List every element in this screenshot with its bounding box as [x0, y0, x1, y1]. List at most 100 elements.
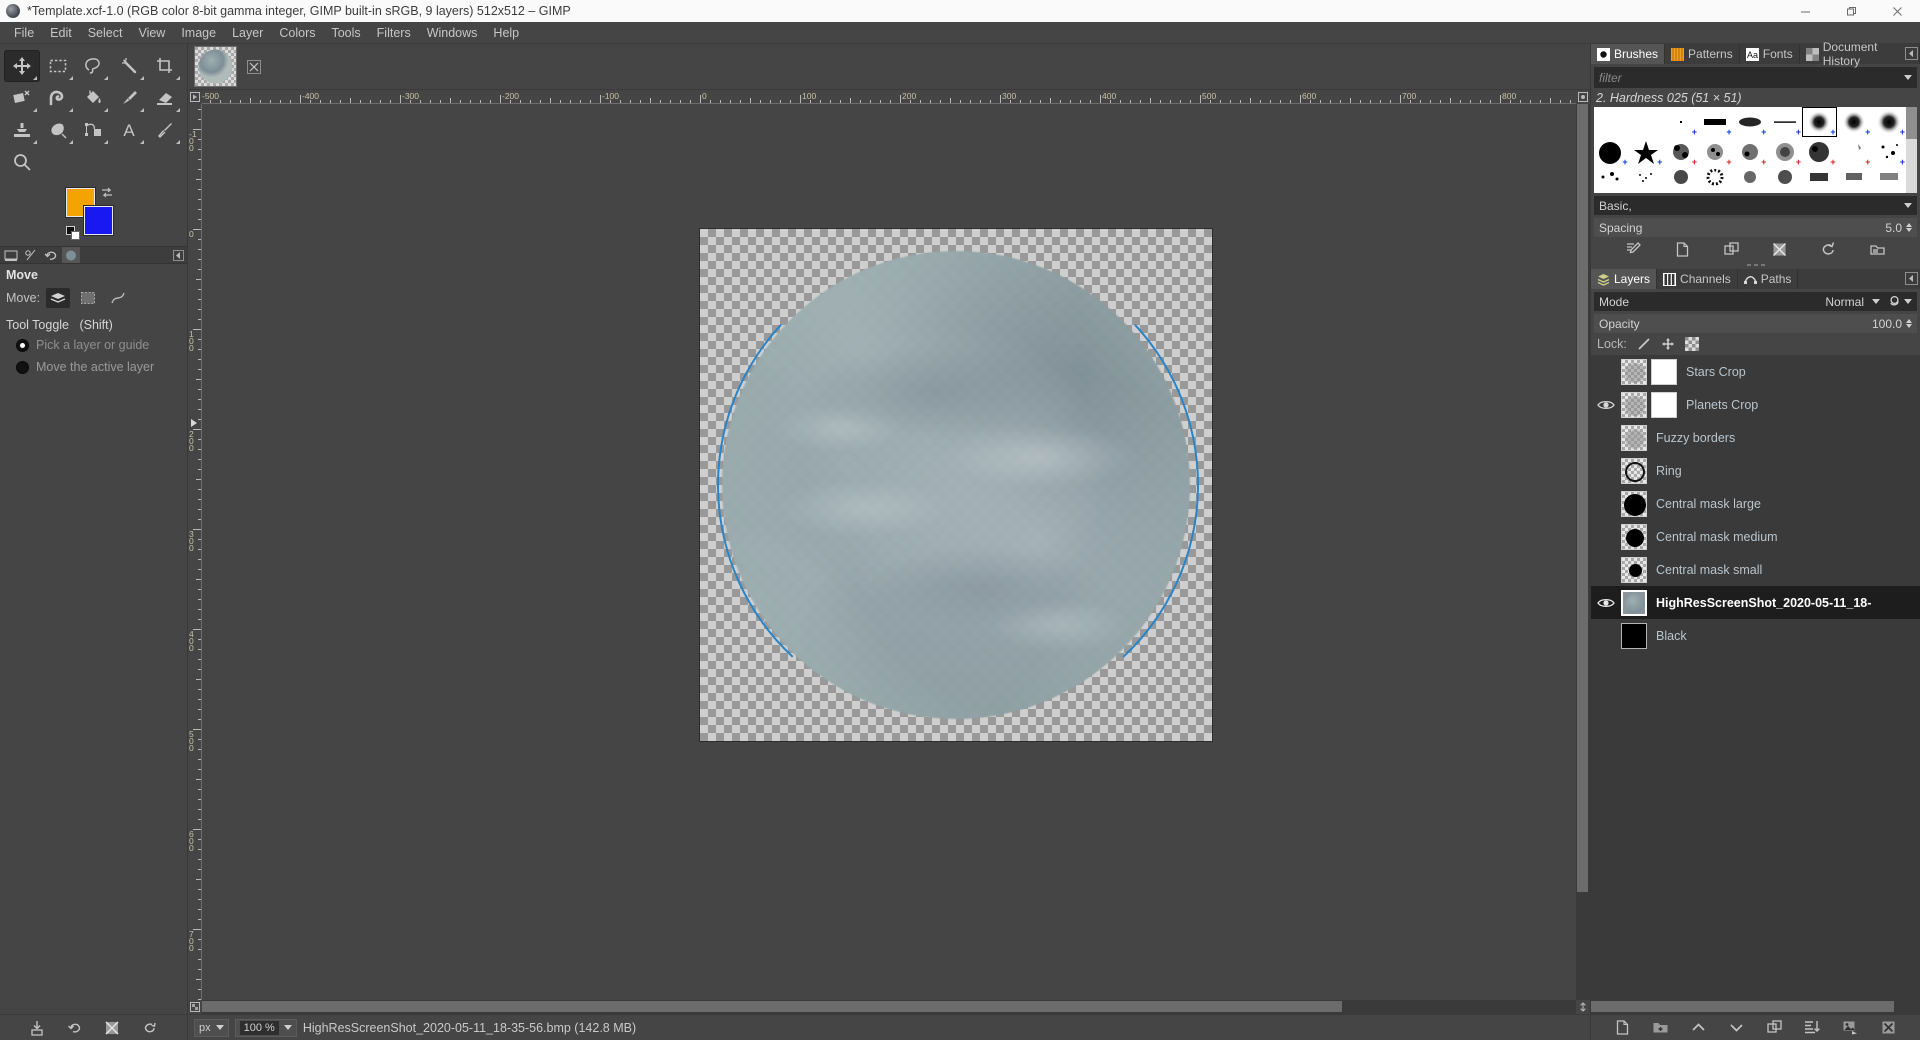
layer-row-fuzzy-borders[interactable]: Fuzzy borders [1591, 421, 1920, 454]
radio-move-the-active-layer[interactable]: Move the active layer [16, 360, 181, 374]
tab-channels[interactable]: Channels [1657, 269, 1738, 289]
lower-layer-icon[interactable] [1726, 1018, 1746, 1038]
menu-windows[interactable]: Windows [419, 23, 486, 43]
image-canvas[interactable] [700, 229, 1212, 741]
layer-row-stars-crop[interactable]: Stars Crop [1591, 355, 1920, 388]
layer-row-central-mask-large[interactable]: Central mask large [1591, 487, 1920, 520]
chevron-down-icon[interactable] [1904, 299, 1912, 304]
brush-item[interactable] [1767, 167, 1802, 193]
layer-thumbnail[interactable] [1621, 457, 1647, 484]
brush-spacing-slider[interactable]: Spacing 5.0 [1594, 218, 1917, 237]
layer-name[interactable]: Central mask small [1656, 563, 1762, 577]
image-tab-thumbnail[interactable] [194, 46, 237, 87]
brush-item[interactable]: + [1663, 137, 1698, 167]
unit-selector[interactable]: px [194, 1018, 229, 1037]
maximize-button[interactable] [1828, 0, 1874, 22]
scrollbar-thumb[interactable] [1577, 104, 1588, 893]
lock-alpha-icon[interactable] [1684, 337, 1699, 351]
layer-name[interactable]: Black [1656, 629, 1687, 643]
dock-menu-icon[interactable] [1905, 47, 1918, 60]
canvas-horizontal-scrollbar[interactable] [202, 1000, 1576, 1014]
brush-item[interactable]: + [1698, 137, 1733, 167]
layer-name[interactable]: Central mask large [1656, 497, 1761, 511]
reset-tool-options-icon[interactable] [140, 1018, 160, 1038]
close-button[interactable] [1874, 0, 1920, 22]
brush-item[interactable] [1698, 167, 1733, 193]
raise-layer-icon[interactable] [1688, 1018, 1708, 1038]
layer-opacity-slider[interactable]: Opacity 100.0 [1594, 314, 1917, 333]
background-color-swatch[interactable] [83, 205, 114, 236]
move-layer-mode-button[interactable] [46, 288, 71, 308]
layer-name[interactable]: Stars Crop [1686, 365, 1746, 379]
scrollbar-thumb[interactable] [1591, 1001, 1894, 1012]
text-tool[interactable]: A [111, 114, 147, 146]
layer-name[interactable]: Ring [1656, 464, 1682, 478]
color-picker-tool[interactable] [147, 114, 183, 146]
bucket-fill-tool[interactable] [76, 82, 112, 114]
zoom-selector[interactable]: 100 % [234, 1018, 297, 1037]
brush-item[interactable]: + [1837, 107, 1872, 137]
menu-colors[interactable]: Colors [271, 23, 323, 43]
default-colors-icon[interactable] [66, 226, 80, 240]
brush-item[interactable] [1594, 107, 1629, 137]
layer-mask-thumbnail[interactable] [1651, 391, 1677, 418]
new-layer-icon[interactable] [1612, 1018, 1632, 1038]
unified-transform-tool[interactable] [4, 82, 40, 114]
duplicate-brush-icon[interactable] [1721, 239, 1741, 259]
undo-history-tab-icon[interactable] [42, 247, 60, 263]
layer-row-highresscreenshot[interactable]: HighResScreenShot_2020-05-11_18- [1591, 586, 1920, 619]
brush-item[interactable] [1663, 167, 1698, 193]
brush-item[interactable]: + [1733, 107, 1768, 137]
brush-item-selected[interactable]: + [1802, 107, 1837, 137]
brush-item[interactable]: + [1871, 137, 1906, 167]
move-selection-mode-button[interactable] [76, 288, 100, 308]
navigate-canvas-icon[interactable] [1576, 90, 1590, 104]
layer-name[interactable]: Planets Crop [1686, 398, 1758, 412]
warp-transform-tool[interactable] [40, 82, 76, 114]
menu-filters[interactable]: Filters [369, 23, 419, 43]
layer-row-planets-crop[interactable]: Planets Crop [1591, 388, 1920, 421]
brush-item[interactable] [1837, 167, 1872, 193]
menu-image[interactable]: Image [173, 23, 224, 43]
layer-thumbnail[interactable] [1621, 622, 1647, 649]
save-tool-options-icon[interactable] [27, 1018, 47, 1038]
paintbrush-tool[interactable] [111, 82, 147, 114]
brush-item[interactable]: + [1663, 107, 1698, 137]
layer-thumbnail[interactable] [1621, 490, 1647, 517]
paths-tool[interactable] [76, 114, 112, 146]
layer-row-black[interactable]: Black [1591, 619, 1920, 652]
chevron-down-icon[interactable] [1872, 299, 1880, 304]
menu-edit[interactable]: Edit [42, 23, 80, 43]
delete-layer-icon[interactable] [1879, 1018, 1899, 1038]
layer-name[interactable]: HighResScreenShot_2020-05-11_18- [1656, 596, 1871, 610]
tab-fonts[interactable]: Aa Fonts [1740, 44, 1800, 64]
refresh-brushes-icon[interactable] [1819, 239, 1839, 259]
canvas-vertical-scrollbar[interactable] [1576, 104, 1590, 1000]
canvas-viewport[interactable] [202, 104, 1576, 1000]
brush-item[interactable] [1594, 167, 1629, 193]
dock-resize-grip[interactable] [1591, 261, 1920, 269]
brush-item[interactable] [1733, 167, 1768, 193]
ruler-origin-icon[interactable] [188, 90, 202, 104]
layer-thumbnail[interactable] [1621, 391, 1647, 418]
tool-options-tab-icon[interactable] [2, 247, 20, 263]
brush-item[interactable] [1802, 167, 1837, 193]
anchor-layer-icon[interactable] [1841, 1018, 1861, 1038]
layer-name[interactable]: Central mask medium [1656, 530, 1778, 544]
menu-layer[interactable]: Layer [224, 23, 271, 43]
eraser-tool[interactable] [147, 82, 183, 114]
layer-thumbnail[interactable] [1621, 556, 1647, 583]
horizontal-ruler[interactable]: -500 -400 -300 -200 -100 0 100 200 300 400 500 600 7… [202, 90, 1576, 104]
brush-item[interactable] [1871, 167, 1906, 193]
layers-list[interactable]: Stars Crop Planets Crop Fuzzy borders Ri… [1591, 355, 1920, 1000]
chevron-down-icon[interactable] [1904, 75, 1912, 80]
radio-pick-layer-or-guide[interactable]: Pick a layer or guide [16, 338, 181, 352]
images-tab-icon[interactable] [62, 247, 80, 263]
move-tool[interactable] [4, 50, 40, 82]
menu-select[interactable]: Select [80, 23, 131, 43]
tab-document-history[interactable]: Document History [1800, 40, 1920, 68]
layer-thumbnail[interactable] [1621, 358, 1647, 385]
brush-item[interactable]: + [1767, 137, 1802, 167]
tab-patterns[interactable]: Patterns [1665, 44, 1740, 64]
brush-grid[interactable]: + + + + + + + + + + + + + + + + [1594, 107, 1917, 193]
